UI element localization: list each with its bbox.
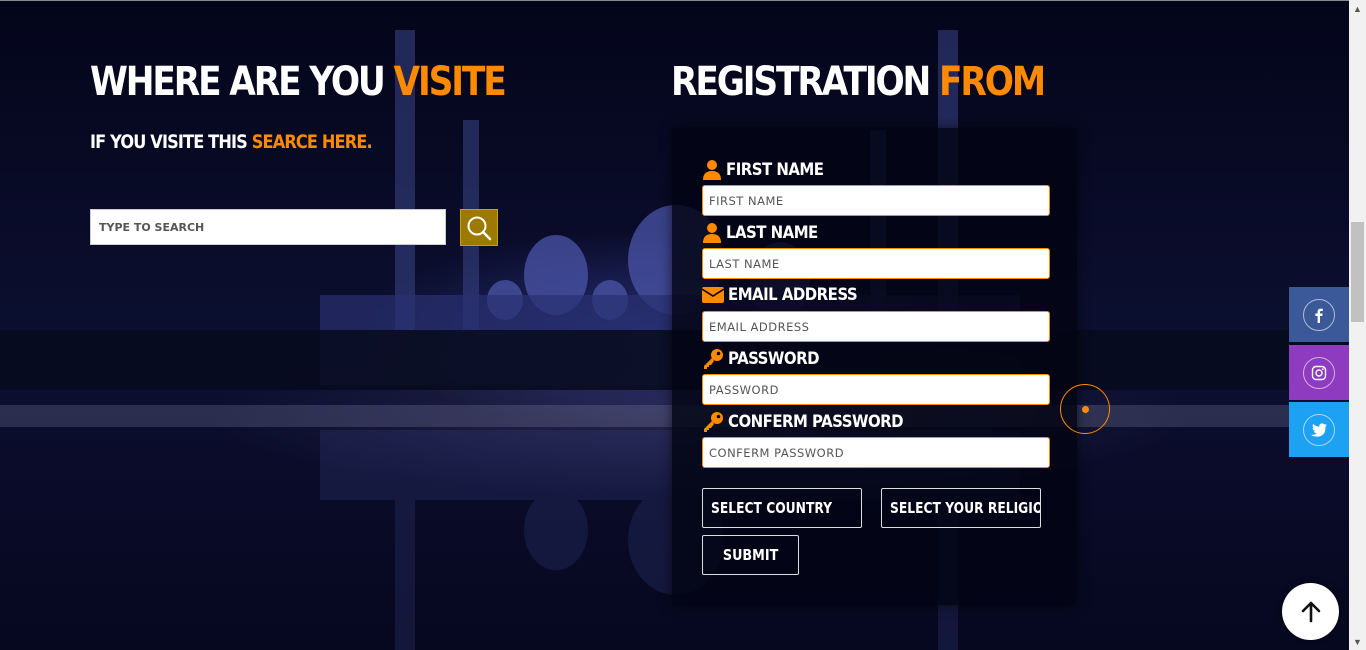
visit-heading-orange: VISITE bbox=[393, 59, 507, 105]
key-icon bbox=[704, 349, 723, 369]
top-border bbox=[0, 0, 1349, 1]
first-name-field[interactable] bbox=[702, 185, 1050, 216]
facebook-button[interactable] bbox=[1289, 287, 1349, 342]
last-name-label-text: LAST NAME bbox=[726, 223, 818, 243]
email-label: EMAIL ADDRESS bbox=[702, 285, 875, 305]
last-name-label: LAST NAME bbox=[702, 222, 830, 244]
user-icon bbox=[703, 160, 721, 180]
instagram-button[interactable] bbox=[1289, 345, 1349, 400]
first-name-label-text: FIRST NAME bbox=[726, 160, 824, 180]
page-scrollbar[interactable]: ▲ ▼ bbox=[1349, 0, 1366, 650]
envelope-icon bbox=[702, 287, 724, 303]
religion-select-value: SELECT YOUR RELIGIO bbox=[890, 499, 1041, 517]
scroll-down-arrow-icon[interactable]: ▼ bbox=[1349, 633, 1366, 650]
registration-heading-orange: FROM bbox=[939, 59, 1046, 105]
email-label-text: EMAIL ADDRESS bbox=[728, 285, 858, 305]
email-field[interactable] bbox=[702, 311, 1050, 342]
twitter-button[interactable] bbox=[1289, 402, 1349, 457]
confirm-password-label-text: CONFERM PASSWORD bbox=[728, 412, 904, 432]
search-icon bbox=[467, 216, 492, 240]
registration-heading: REGISTRATION FROM bbox=[671, 59, 1046, 105]
confirm-password-field[interactable] bbox=[702, 437, 1050, 468]
key-icon bbox=[704, 412, 723, 432]
country-select[interactable]: SELECT COUNTRY bbox=[702, 488, 862, 528]
last-name-field[interactable] bbox=[702, 248, 1050, 279]
instagram-icon bbox=[1311, 365, 1327, 380]
country-select-value: SELECT COUNTRY bbox=[711, 499, 833, 517]
password-field[interactable] bbox=[702, 374, 1050, 405]
registration-heading-white: REGISTRATION bbox=[671, 59, 931, 105]
visit-heading-white: WHERE ARE YOU bbox=[90, 59, 386, 105]
facebook-icon bbox=[1315, 308, 1323, 323]
password-label-text: PASSWORD bbox=[728, 349, 820, 369]
first-name-label: FIRST NAME bbox=[702, 159, 837, 181]
scrollbar-thumb[interactable] bbox=[1351, 222, 1364, 322]
visit-subtitle: IF YOU VISITE THIS SEARCE HERE. bbox=[90, 131, 373, 153]
religion-select[interactable]: SELECT YOUR RELIGIO bbox=[881, 488, 1041, 528]
visit-heading: WHERE ARE YOU VISITE bbox=[90, 59, 507, 105]
submit-button-label: SUBMIT bbox=[722, 546, 779, 564]
search-input[interactable] bbox=[90, 209, 446, 245]
search-button[interactable] bbox=[460, 209, 498, 246]
cursor-dot bbox=[1082, 406, 1089, 413]
scroll-up-arrow-icon[interactable]: ▲ bbox=[1349, 0, 1366, 17]
user-icon bbox=[703, 223, 721, 243]
submit-button[interactable]: SUBMIT bbox=[702, 535, 799, 575]
confirm-password-label: CONFERM PASSWORD bbox=[702, 411, 927, 433]
password-label: PASSWORD bbox=[702, 348, 831, 370]
visit-subtitle-orange: SEARCE HERE. bbox=[251, 131, 373, 153]
twitter-icon bbox=[1311, 422, 1327, 437]
arrow-up-icon bbox=[1301, 601, 1320, 622]
back-to-top-button[interactable] bbox=[1282, 583, 1339, 640]
visit-subtitle-white: IF YOU VISITE THIS bbox=[90, 131, 248, 153]
